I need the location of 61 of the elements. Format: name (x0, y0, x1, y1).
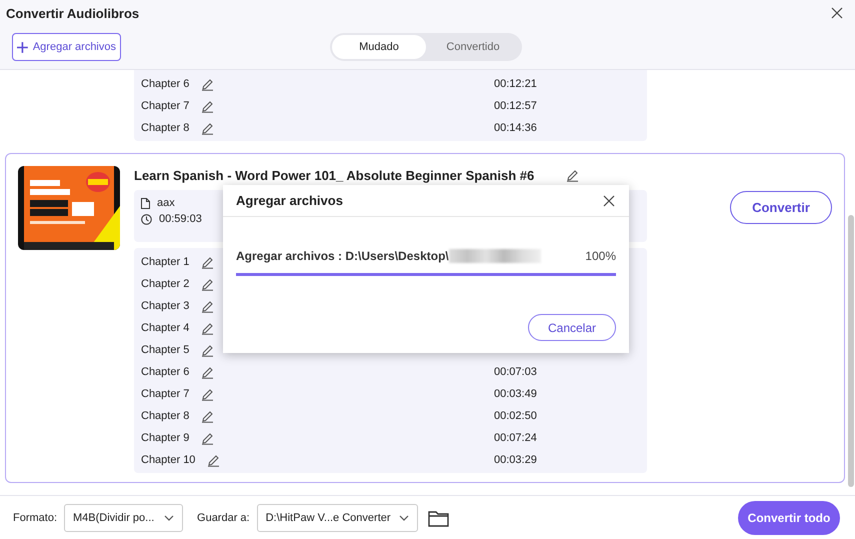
tab[interactable]: Mudado (332, 35, 426, 59)
total-duration: 00:59:03 (159, 213, 202, 225)
chapter-duration: 00:14:36 (494, 122, 538, 134)
book-title: Learn Spanish - Word Power 101_ Absolute Beginner Spanish #6 (134, 168, 534, 182)
file-format: aax (157, 197, 175, 209)
chapter-duration: 00:02:50 (494, 410, 538, 422)
pencil-icon[interactable] (201, 322, 214, 334)
chapter-duration: 00:03:49 (494, 388, 538, 400)
close-icon[interactable] (831, 7, 843, 19)
pencil-icon[interactable] (201, 344, 214, 356)
window-title: Convertir Audiolibros (6, 6, 140, 20)
chapter-name: Chapter 8 (141, 410, 190, 422)
pencil-icon[interactable] (201, 300, 214, 312)
convert-button[interactable]: Convertir (730, 191, 832, 224)
caret-icon (164, 515, 174, 521)
pencil-icon[interactable] (201, 78, 214, 90)
pencil-icon[interactable] (201, 100, 214, 112)
progress-label: Agregar archivos : D:\Users\Desktop\ (236, 249, 449, 263)
close-icon[interactable] (603, 194, 615, 206)
cancel-button[interactable]: Cancelar (528, 314, 616, 341)
chapter-duration: 00:07:24 (494, 432, 538, 444)
save-label: Guardar a: (197, 512, 250, 524)
chapter-name: Chapter 9 (141, 432, 190, 444)
plus-icon (17, 42, 28, 52)
tab[interactable]: Convertido (426, 35, 520, 59)
save-path-dropdown[interactable]: D:\HitPaw V...e Converter (256, 504, 418, 532)
pencil-icon[interactable] (201, 278, 214, 290)
pencil-icon[interactable] (201, 432, 214, 444)
chapter-name: Chapter 6 (141, 366, 190, 378)
format-label: Formato: (13, 512, 58, 524)
pencil-icon[interactable] (201, 122, 214, 134)
chapter-duration: 00:03:29 (494, 454, 538, 466)
pencil-icon[interactable] (201, 410, 214, 422)
caret-icon (398, 515, 409, 521)
chapter-duration: 00:12:57 (494, 100, 538, 112)
chapter-name: Chapter 1 (141, 256, 190, 268)
pencil-icon[interactable] (566, 168, 580, 182)
pencil-icon[interactable] (207, 454, 220, 466)
pencil-icon[interactable] (201, 366, 214, 378)
file-icon (141, 198, 150, 208)
chapter-name: Chapter 6 (141, 78, 190, 90)
clock-icon (141, 214, 152, 224)
folder-icon[interactable] (428, 510, 449, 526)
chapter-name: Chapter 8 (141, 122, 190, 134)
chapter-name: Chapter 3 (141, 300, 190, 312)
chapter-name: Chapter 5 (141, 344, 190, 356)
scrollbar[interactable] (848, 215, 854, 487)
progress-percent: 100% (585, 249, 616, 263)
pencil-icon[interactable] (201, 388, 214, 400)
add-files-button[interactable]: Agregar archivos (12, 33, 121, 61)
chapter-name: Chapter 10 (141, 454, 196, 466)
chapter-name: Chapter 4 (141, 322, 190, 334)
chapter-name: Chapter 7 (141, 100, 190, 112)
chapter-duration: 00:12:21 (494, 78, 538, 90)
chapter-name: Chapter 7 (141, 388, 190, 400)
format-dropdown[interactable]: M4B(Dividir po... (64, 504, 184, 532)
chapter-name: Chapter 2 (141, 278, 190, 290)
convert-all-button[interactable]: Convertir todo (738, 501, 840, 535)
dialog-title: Agregar archivos (236, 193, 343, 208)
pencil-icon[interactable] (201, 256, 214, 268)
chapter-duration: 00:07:03 (494, 366, 538, 378)
